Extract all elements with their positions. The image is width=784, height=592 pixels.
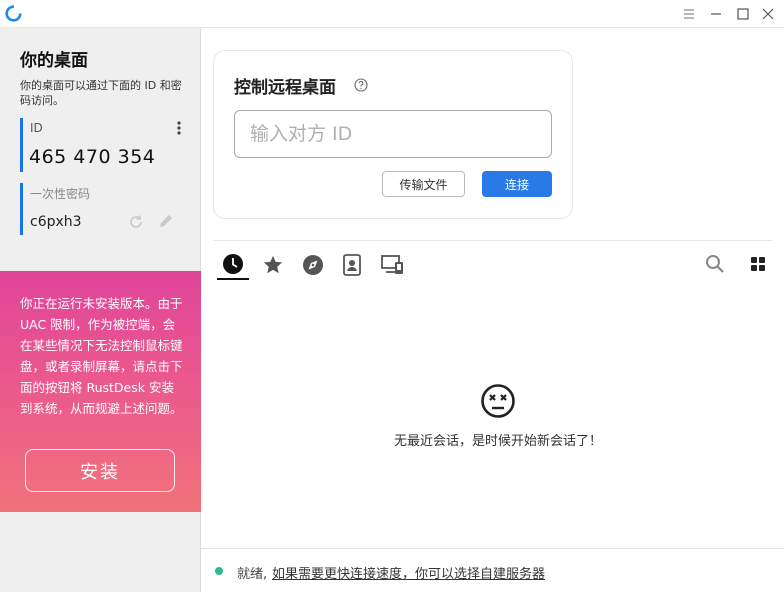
minimize-button[interactable]: [705, 4, 727, 24]
title-bar: [0, 0, 784, 28]
help-icon[interactable]: [354, 78, 368, 92]
id-label: ID: [30, 121, 43, 135]
rustdesk-logo-icon: [5, 5, 22, 22]
control-remote-card: 控制远程桌面 传输文件 连接: [213, 50, 573, 219]
clock-icon: [223, 254, 243, 274]
empty-sessions-text: 无最近会话，是时候开始新会话了！: [393, 434, 602, 449]
status-bar: 就绪, 如果需要更快连接速度，你可以选择自建服务器: [201, 548, 784, 592]
status-indicator: [215, 567, 223, 575]
tab-group[interactable]: [377, 250, 409, 280]
refresh-icon[interactable]: [127, 213, 145, 231]
tab-favorites[interactable]: [257, 250, 289, 280]
control-title: 控制远程桌面: [234, 78, 336, 98]
search-icon[interactable]: [704, 253, 726, 275]
install-button[interactable]: 安装: [25, 449, 175, 492]
star-icon: [263, 255, 283, 274]
connect-button[interactable]: 连接: [482, 171, 552, 197]
close-button[interactable]: [757, 4, 779, 24]
more-options-icon[interactable]: [173, 119, 185, 137]
file-transfer-button[interactable]: 传输文件: [382, 171, 465, 197]
id-value: 465 470 354: [29, 146, 156, 168]
sidebar: 你的桌面 你的桌面可以通过下面的 ID 和密码访问。 ID 465 470 35…: [0, 28, 201, 592]
grid-view-icon[interactable]: [748, 254, 768, 274]
edit-icon[interactable]: [157, 212, 175, 230]
dizzy-face-icon: [481, 384, 515, 418]
compass-icon: [303, 255, 323, 275]
maximize-button[interactable]: [732, 4, 754, 24]
install-card: 你正在运行未安装版本。由于 UAC 限制，作为被控端，会在某些情况下无法控制鼠标…: [0, 271, 201, 512]
status-text: 就绪,: [237, 567, 268, 582]
password-value: c6pxh3: [30, 214, 82, 230]
password-label: 一次性密码: [30, 187, 91, 201]
devices-icon: [381, 255, 403, 274]
menu-icon[interactable]: [678, 4, 700, 24]
tab-recent-sessions[interactable]: [217, 250, 249, 280]
address-book-icon: [343, 254, 361, 276]
tab-discovered[interactable]: [297, 250, 329, 280]
tab-address-book[interactable]: [336, 250, 368, 280]
password-block: 一次性密码 c6pxh3: [20, 183, 188, 235]
sidebar-description: 你的桌面可以通过下面的 ID 和密码访问。: [20, 79, 182, 107]
self-host-server-link[interactable]: 如果需要更快连接速度，你可以选择自建服务器: [272, 563, 545, 582]
divider: [213, 240, 772, 241]
install-notice: 你正在运行未安装版本。由于 UAC 限制，作为被控端，会在某些情况下无法控制鼠标…: [20, 296, 183, 416]
id-block: ID 465 470 354: [20, 118, 188, 172]
remote-id-input[interactable]: [234, 110, 552, 158]
sidebar-title: 你的桌面: [20, 51, 88, 71]
